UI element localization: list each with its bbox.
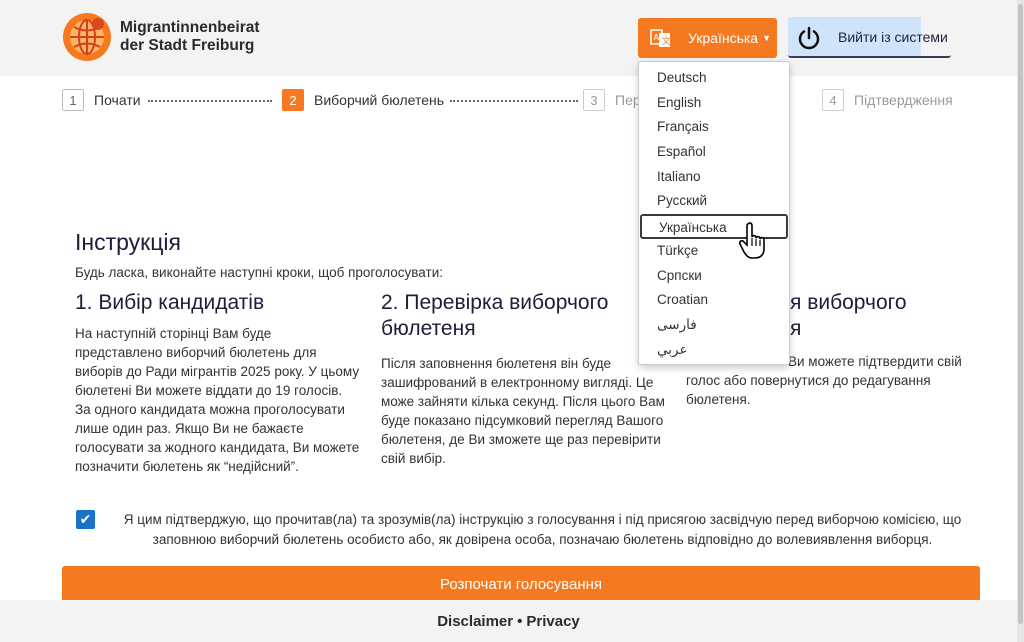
language-option-ar[interactable]: عربي bbox=[639, 338, 789, 363]
logout-label: Вийти із системи bbox=[838, 29, 948, 45]
disclaimer-link[interactable]: Disclaimer bbox=[437, 613, 513, 630]
hand-pointer-cursor-icon bbox=[739, 222, 765, 259]
confirmation: ✔ Я цим підтверджую, що прочитав(ла) та … bbox=[76, 510, 976, 550]
language-option-ru[interactable]: Русский bbox=[639, 189, 789, 214]
language-option-es[interactable]: Español bbox=[639, 140, 789, 165]
language-option-hr[interactable]: Croatian bbox=[639, 288, 789, 313]
step-3-label: Пер bbox=[615, 92, 641, 108]
language-menu: Deutsch English Français Español Italian… bbox=[638, 61, 790, 365]
translate-icon: A 文 bbox=[650, 29, 671, 47]
step-3-number: 3 bbox=[583, 89, 605, 111]
logo[interactable]: Migrantinnenbeirat der Stadt Freiburg bbox=[62, 12, 260, 62]
step-1: 1 Почати bbox=[62, 89, 141, 111]
step-connector bbox=[148, 100, 272, 102]
step-2-label: Виборчий бюлетень bbox=[314, 92, 445, 108]
instruction-step-3: я виборчого я bbox=[790, 290, 970, 342]
language-option-it[interactable]: Italiano bbox=[639, 165, 789, 190]
confirm-text: Я цим підтверджую, що прочитав(ла) та зр… bbox=[123, 512, 962, 547]
logo-text: Migrantinnenbeirat der Stadt Freiburg bbox=[120, 19, 260, 55]
page: Migrantinnenbeirat der Stadt Freiburg A … bbox=[0, 0, 1017, 642]
step-connector bbox=[450, 100, 578, 102]
caret-down-icon: ▼ bbox=[762, 33, 772, 43]
language-option-en[interactable]: English bbox=[639, 91, 789, 116]
instruction-step-3-text-line3: бюлетеня. bbox=[686, 392, 751, 407]
logo-line2: der Stadt Freiburg bbox=[120, 37, 255, 54]
step-progress: 1 Почати 2 Виборчий бюлетень 3 Пер 4 Під… bbox=[62, 89, 953, 113]
instructions-title: Інструкція bbox=[75, 229, 181, 255]
svg-text:A: A bbox=[654, 33, 660, 42]
svg-text:文: 文 bbox=[662, 35, 671, 47]
step-2: 2 Виборчий бюлетень bbox=[282, 89, 444, 111]
step-2-number: 2 bbox=[282, 89, 304, 111]
step-4-number: 4 bbox=[822, 89, 844, 111]
step-3: 3 Пер bbox=[583, 89, 641, 111]
privacy-link[interactable]: Privacy bbox=[526, 613, 579, 630]
language-button[interactable]: A 文 Українська ▼ bbox=[638, 18, 777, 58]
logo-globe-icon bbox=[63, 13, 111, 61]
scrollbar[interactable] bbox=[1017, 0, 1024, 642]
instruction-step-2-title: 2. Перевірка виборчого бюлетеня bbox=[381, 291, 609, 340]
footer: Disclaimer • Privacy bbox=[0, 600, 1017, 642]
instruction-step-3-text-line2: голос або повернутися до редагування bbox=[686, 373, 931, 388]
language-option-fa[interactable]: فارسی bbox=[639, 313, 789, 338]
instructions-intro: Будь ласка, виконайте наступні кроки, що… bbox=[75, 265, 443, 280]
step-1-number: 1 bbox=[62, 89, 84, 111]
logout-button[interactable]: Вийти із системи bbox=[788, 17, 951, 58]
scrollbar-thumb[interactable] bbox=[1018, 4, 1023, 624]
power-icon bbox=[798, 26, 820, 50]
instruction-step-1-text: На наступній сторінці Вам буде представл… bbox=[75, 326, 360, 474]
step-4-label: Підтвердження bbox=[854, 92, 953, 108]
instruction-step-1: 1. Вибір кандидатів На наступній сторінц… bbox=[75, 290, 360, 476]
step-1-label: Почати bbox=[94, 92, 141, 108]
instruction-step-2: 2. Перевірка виборчого бюлетеня Після за… bbox=[381, 290, 666, 468]
instruction-step-3-title-line2: я bbox=[790, 317, 802, 340]
language-option-sr[interactable]: Српски bbox=[639, 264, 789, 289]
header: Migrantinnenbeirat der Stadt Freiburg A … bbox=[0, 0, 1017, 76]
start-voting-button[interactable]: Розпочати голосування bbox=[62, 566, 980, 602]
step-4: 4 Підтвердження bbox=[822, 89, 953, 111]
instruction-step-3-title: я виборчого bbox=[790, 291, 907, 314]
checkmark-icon: ✔ bbox=[79, 511, 92, 527]
instruction-step-2-text: Після заповнення бюлетеня він буде зашиф… bbox=[381, 356, 665, 466]
confirm-checkbox[interactable]: ✔ bbox=[76, 510, 95, 529]
logo-line1: Migrantinnenbeirat bbox=[120, 19, 260, 36]
language-option-de[interactable]: Deutsch bbox=[639, 66, 789, 91]
footer-separator: • bbox=[517, 612, 523, 630]
instruction-step-1-title: 1. Вибір кандидатів bbox=[75, 291, 265, 314]
language-button-label: Українська bbox=[688, 30, 759, 46]
language-option-fr[interactable]: Français bbox=[639, 115, 789, 140]
